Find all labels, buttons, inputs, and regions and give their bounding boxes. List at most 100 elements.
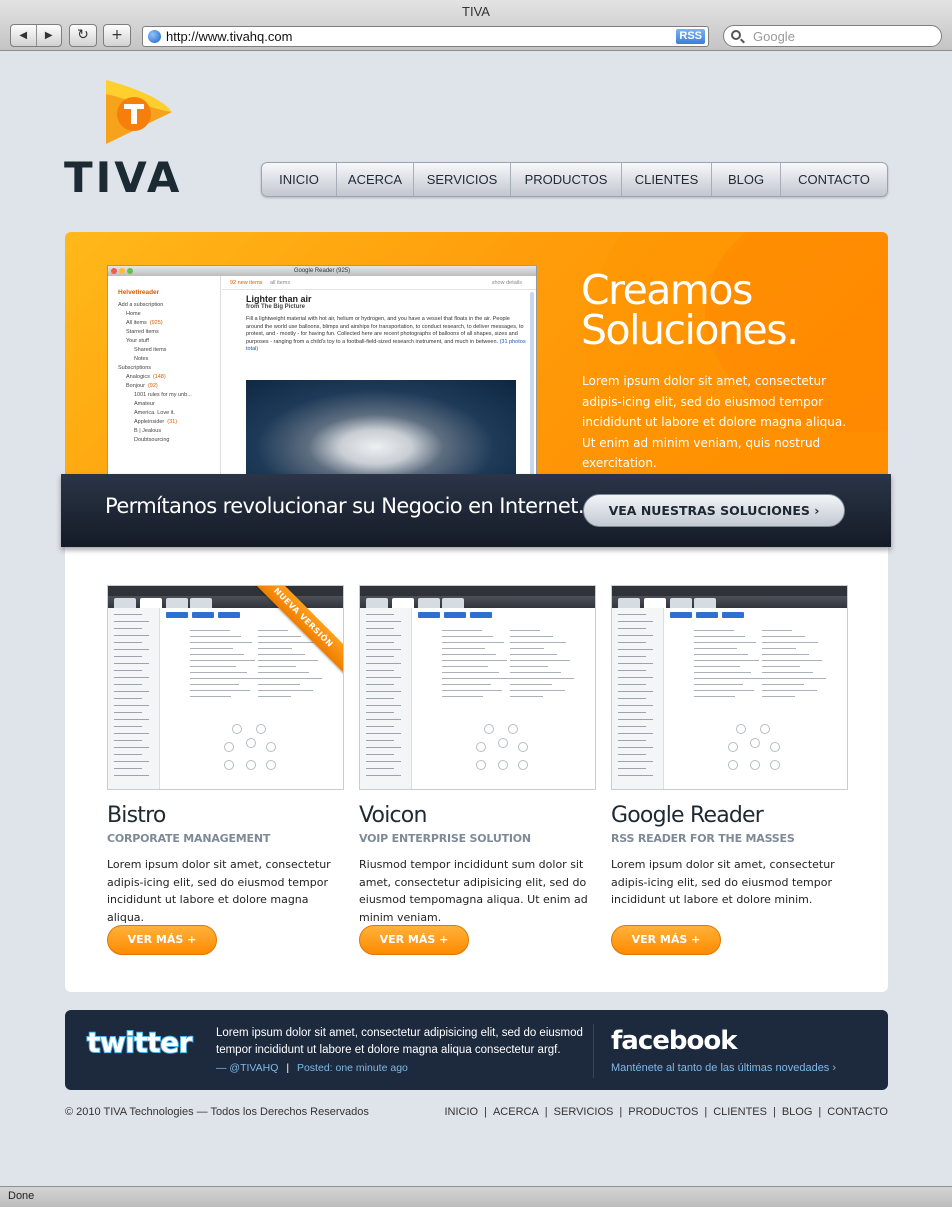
screenshot-sidebar-item: B | Jealous — [134, 428, 162, 434]
tweet-meta: — @TIVAHQ | Posted: one minute ago — [216, 1062, 408, 1074]
nav-productos[interactable]: PRODUCTOS — [511, 163, 622, 196]
copyright: © 2010 TIVA Technologies — Todos los Der… — [65, 1106, 369, 1118]
add-bookmark-button[interactable]: + — [103, 24, 131, 47]
screenshot-sidebar: Helvetireader Add a subscription Home All … — [108, 276, 221, 482]
screenshot-sidebar-item: Your stuff — [126, 338, 149, 344]
screenshot-sidebar-item: 1001 rules for my unb... — [134, 392, 192, 398]
tweet-separator: | — [286, 1062, 290, 1074]
article-body: Fill a lightweight material with hot air… — [246, 316, 526, 352]
screenshot-sidebar-item: Home — [126, 311, 141, 317]
screenshot-brand: Helvetireader — [118, 289, 160, 296]
cloud-photo — [246, 380, 516, 482]
hero-title-line-1: Creamos — [581, 266, 753, 314]
see-more-button[interactable]: VER MÁS + — [359, 925, 469, 955]
footer-link-contacto[interactable]: CONTACTO — [827, 1106, 888, 1118]
window-title: TIVA — [462, 4, 490, 19]
nav-acerca[interactable]: ACERCA — [337, 163, 414, 196]
footer-separator: | — [818, 1106, 822, 1118]
tweet-posted-link[interactable]: Posted: one minute ago — [297, 1062, 408, 1074]
new-items-link: 92 new items — [230, 280, 263, 286]
nav-servicios[interactable]: SERVICIOS — [414, 163, 511, 196]
hero-screenshot: Google Reader (925) Helvetireader Add a … — [107, 265, 537, 482]
product-title[interactable]: Voicon — [359, 803, 427, 828]
show-details-link: show details — [491, 280, 522, 286]
footer-separator: | — [772, 1106, 776, 1118]
product-title[interactable]: Bistro — [107, 803, 166, 828]
product-subtitle: CORPORATE MANAGEMENT — [107, 832, 271, 845]
plus-icon: + — [111, 27, 123, 43]
products-section: NUEVA VERSIÓN Bistro CORPORATE MANAGEMENT L… — [65, 547, 888, 992]
product-description: Riusmod tempor incididunt sum dolor sit … — [359, 858, 588, 924]
tiva-logo-icon[interactable] — [106, 80, 172, 144]
hero-text: Lorem ipsum dolor sit amet, consectetur … — [582, 374, 847, 470]
footer-navigation: INICIO | ACERCA | SERVICIOS | PRODUCTOS | CLIENT… — [444, 1106, 888, 1118]
product-thumbnail[interactable]: NUEVA VERSIÓN — [107, 585, 344, 790]
screenshot-sidebar-item: Add a subscription — [118, 302, 164, 308]
reload-button[interactable]: ↻ — [69, 24, 97, 47]
minimize-icon — [119, 268, 125, 274]
cta-band: Permítanos revolucionar su Negocio en In… — [61, 474, 891, 547]
all-items-link: all items — [269, 280, 291, 286]
screenshot-sidebar-item: Analogics (148) — [126, 374, 166, 380]
footer-link-servicios[interactable]: SERVICIOS — [554, 1106, 614, 1118]
search-placeholder: Google — [753, 29, 795, 44]
screenshot-sidebar-item: Subscriptions — [118, 365, 152, 371]
globe-icon — [148, 30, 161, 43]
see-more-button[interactable]: VER MÁS + — [611, 925, 721, 955]
reload-icon: ↻ — [77, 27, 89, 43]
browser-toolbar: TIVA ◀ ▶ ↻ + http://www.tivahq.com RSS G… — [0, 0, 952, 51]
screenshot-sidebar-item: Doubtsourcing — [134, 437, 170, 443]
nav-contacto[interactable]: CONTACTO — [781, 163, 887, 196]
zoom-icon — [127, 268, 133, 274]
screenshot-sidebar-item: Notes — [134, 356, 149, 362]
product-thumbnail[interactable] — [611, 585, 848, 790]
screenshot-window-title: Google Reader (925) — [293, 268, 351, 274]
screenshot-sidebar-item: Shared items — [134, 347, 167, 353]
nav-blog[interactable]: BLOG — [712, 163, 781, 196]
hero-banner: Google Reader (925) Helvetireader Add a … — [65, 232, 888, 482]
product-title[interactable]: Google Reader — [611, 803, 764, 828]
product-subtitle: VOIP ENTERPRISE SOLUTION — [359, 832, 531, 845]
address-bar[interactable]: http://www.tivahq.com RSS — [142, 26, 709, 47]
hero-title: Creamos Soluciones. — [581, 266, 871, 354]
footer-separator: | — [704, 1106, 708, 1118]
search-input[interactable]: Google — [723, 25, 942, 47]
tweet-handle-link[interactable]: — @TIVAHQ — [216, 1062, 278, 1074]
hero-title-line-2: Soluciones. — [581, 306, 799, 354]
forward-icon[interactable]: ▶ — [35, 25, 62, 46]
product-thumbnail[interactable] — [359, 585, 596, 790]
footer-separator: | — [619, 1106, 623, 1118]
product-description: Lorem ipsum dolor sit amet, consectetur … — [611, 858, 835, 906]
screenshot-sidebar-item: America. Love it. — [134, 410, 175, 416]
nav-inicio[interactable]: INICIO — [262, 163, 337, 196]
footer-separator: | — [484, 1106, 487, 1118]
article-source: from The Big Picture — [246, 304, 306, 310]
back-icon[interactable]: ◀ — [11, 25, 36, 46]
facebook-logo[interactable]: facebook — [611, 1026, 738, 1056]
footer-link-inicio[interactable]: INICIO — [444, 1106, 478, 1118]
twitter-logo[interactable]: twitter — [86, 1025, 193, 1060]
close-icon — [111, 268, 117, 274]
footer-link-acerca[interactable]: ACERCA — [493, 1106, 539, 1118]
article-title: Lighter than air — [246, 294, 312, 304]
tweet-text: Lorem ipsum dolor sit amet, consectetur … — [216, 1027, 583, 1056]
social-footer: twitter Lorem ipsum dolor sit amet, cons… — [65, 1010, 888, 1090]
screenshot-article: Lighter than air from The Big Picture Fi… — [230, 294, 526, 354]
logo-wordmark[interactable]: TIVA — [64, 157, 189, 199]
rss-button[interactable]: RSS — [676, 29, 705, 44]
nav-clientes[interactable]: CLIENTES — [622, 163, 712, 196]
solutions-button[interactable]: VEA NUESTRAS SOLUCIONES › — [583, 494, 845, 527]
screenshot-scrollbar — [530, 292, 534, 477]
screenshot-sidebar-item: Bonjour (92) — [126, 383, 158, 389]
screenshot-sidebar-item: All items (925) — [126, 320, 163, 326]
facebook-link[interactable]: Manténete al tanto de las últimas noveda… — [611, 1062, 836, 1074]
screenshot-sidebar-item: Starred items — [126, 329, 159, 335]
see-more-button[interactable]: VER MÁS + — [107, 925, 217, 955]
footer-link-clientes[interactable]: CLIENTES — [713, 1106, 767, 1118]
footer-link-productos[interactable]: PRODUCTOS — [628, 1106, 698, 1118]
screenshot-main: 92 new items all items show details Ligh… — [222, 276, 536, 482]
product-description: Lorem ipsum dolor sit amet, consectetur … — [107, 858, 331, 924]
footer-link-blog[interactable]: BLOG — [782, 1106, 813, 1118]
product-subtitle: RSS READER FOR THE MASSES — [611, 832, 795, 845]
screenshot-sidebar-item: Appleinsider (31) — [134, 419, 178, 425]
